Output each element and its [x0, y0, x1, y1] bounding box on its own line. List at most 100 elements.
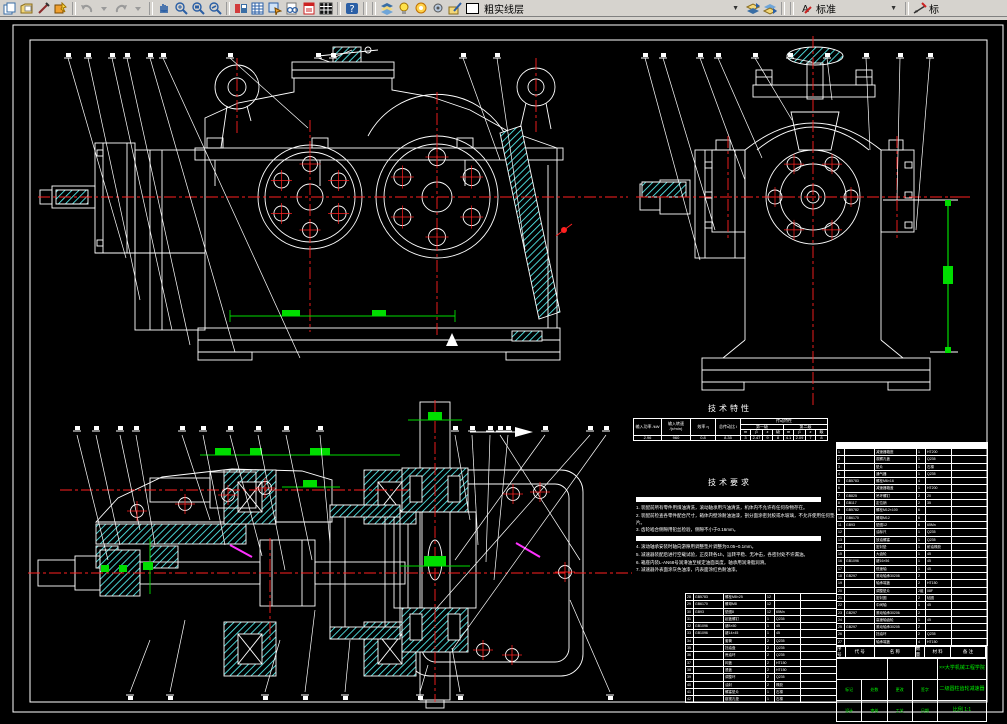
- bom-cell: HT150: [775, 659, 801, 667]
- new-file-icon[interactable]: [2, 1, 18, 16]
- bom-cell: GB93: [845, 521, 875, 530]
- bom-cell: 65Mn: [926, 521, 952, 530]
- bom-cell: 37: [686, 659, 694, 667]
- bom-cell: 7: [837, 492, 845, 501]
- style-combo[interactable]: 标准 ▼: [814, 1, 902, 16]
- redo-icon[interactable]: [113, 1, 129, 16]
- grid-display-icon[interactable]: [250, 1, 266, 16]
- bom-cell: 1: [917, 463, 926, 471]
- tech-value: 9: [762, 434, 773, 442]
- bom-cell: 41: [686, 688, 694, 697]
- side-view: [639, 46, 958, 391]
- bom-cell: GB1096: [694, 623, 724, 631]
- bom-cell: [952, 543, 988, 552]
- bom-cell: 45: [926, 551, 952, 559]
- bom-cell: 1: [917, 456, 926, 464]
- bom-cell: [694, 696, 724, 704]
- bom-cell: [845, 485, 875, 493]
- bom-cell: [845, 580, 875, 588]
- bom-cell: 1: [837, 449, 845, 457]
- print-preview-icon[interactable]: [284, 1, 300, 16]
- color-swatch[interactable]: [466, 2, 479, 14]
- bom-cell: 2: [766, 637, 775, 646]
- layer-up-icon[interactable]: [745, 1, 761, 16]
- bom-cell: [926, 573, 952, 581]
- bom-header-cell: 备 注: [951, 647, 986, 657]
- layers-icon[interactable]: [379, 1, 395, 16]
- bom-cell: [952, 470, 988, 479]
- bom-cell: 油标尺: [875, 529, 917, 537]
- bom-cell: 轴承端盖: [875, 638, 917, 647]
- bom-cell: 45: [775, 630, 801, 638]
- open-file-icon[interactable]: [19, 1, 35, 16]
- format-brush-icon[interactable]: [36, 1, 52, 16]
- bom-cell: [694, 645, 724, 653]
- undo-icon[interactable]: [79, 1, 95, 16]
- layer-gear-icon[interactable]: [430, 1, 446, 16]
- bom-cell: [694, 652, 724, 660]
- refresh-view-icon[interactable]: [233, 1, 249, 16]
- title-block-cell: 处数: [862, 680, 888, 700]
- tech-value: 3: [740, 434, 751, 442]
- bom-cell: [694, 681, 724, 689]
- bom-cell: 25: [837, 624, 845, 632]
- main-toolbar: ? 粗实线层 ▼ A 标准 ▼ 标: [0, 0, 1007, 17]
- bom-cell: 30: [686, 608, 694, 616]
- bom-cell: 2: [917, 573, 926, 581]
- bom-cell: 5: [837, 478, 845, 486]
- bom-cell: 石棉: [926, 463, 952, 471]
- zoom-in-icon[interactable]: [173, 1, 189, 16]
- undo-dropdown-icon[interactable]: [96, 1, 112, 16]
- help-icon[interactable]: ?: [344, 1, 360, 16]
- bom-cell: [952, 500, 988, 508]
- window-arrow-icon[interactable]: [267, 1, 283, 16]
- bom-cell: GB117: [845, 500, 875, 508]
- bom-cell: [694, 615, 724, 624]
- title-block-cell: 标记: [837, 680, 863, 700]
- edit-properties-icon[interactable]: [53, 1, 69, 16]
- tech-table-title: 技术特性: [708, 404, 752, 413]
- bom-cell: 45: [926, 616, 952, 625]
- bom-cell: 2: [766, 681, 775, 689]
- zoom-previous-icon[interactable]: [207, 1, 223, 16]
- layer-pen-icon[interactable]: [447, 1, 463, 16]
- bom-cell: HT200: [926, 485, 952, 493]
- tech-requirements-title: 技术要求: [708, 478, 752, 487]
- drawing-scale: 比例 1:1: [952, 707, 972, 714]
- bom-cell: 10: [837, 514, 845, 522]
- text-style-icon[interactable]: A: [797, 1, 813, 16]
- bom-cell: 1: [917, 536, 926, 544]
- tech-note-line: 5. 减速器装配后进行空载试验，正反转各1h，运转平稳、无冲击，各密封处不许漏油…: [636, 551, 809, 557]
- bom-cell: 32: [686, 623, 694, 631]
- layer-combo[interactable]: 粗实线层 ▼: [482, 1, 744, 16]
- bom-cell: 40: [686, 681, 694, 689]
- table-grid-icon[interactable]: [318, 1, 334, 16]
- bom-cell: 13: [837, 536, 845, 544]
- macro-book-icon[interactable]: [301, 1, 317, 16]
- bom-cell: [801, 601, 837, 609]
- bom-cell: [845, 602, 875, 610]
- tech-note-line: 4. 滚动轴承安装时轴向游隙用调整垫片调整为0.05~0.1mm。: [636, 544, 757, 549]
- bom-header-cell: 材 料: [925, 647, 951, 657]
- bom-cell: Q235: [775, 615, 801, 624]
- bom-cell: [801, 688, 837, 697]
- bom-cell: [926, 624, 952, 632]
- dimension-style-icon[interactable]: [912, 1, 928, 16]
- bom-cell: [952, 521, 988, 530]
- layer-down-icon[interactable]: [762, 1, 778, 16]
- visibility-bulb-icon[interactable]: [396, 1, 412, 16]
- dim-style-combo-label[interactable]: 标: [929, 1, 947, 16]
- title-block-row: 标记 处数 更改 签字: [837, 680, 937, 701]
- bom-cell: GB5783: [845, 478, 875, 486]
- chevron-down-icon[interactable]: ▼: [729, 5, 742, 12]
- bom-header-cell: 数量: [916, 646, 926, 657]
- bom-cell: 键8×50: [724, 623, 766, 631]
- redo-dropdown-icon[interactable]: [130, 1, 146, 16]
- pan-icon[interactable]: [156, 1, 172, 16]
- bom-cell: 轴承端盖: [875, 580, 917, 588]
- bom-cell: [952, 529, 988, 537]
- bom-cell: 垫片: [875, 463, 917, 471]
- zoom-window-icon[interactable]: [190, 1, 206, 16]
- color-circle-icon[interactable]: [413, 1, 429, 16]
- chevron-down-icon[interactable]: ▼: [887, 5, 900, 12]
